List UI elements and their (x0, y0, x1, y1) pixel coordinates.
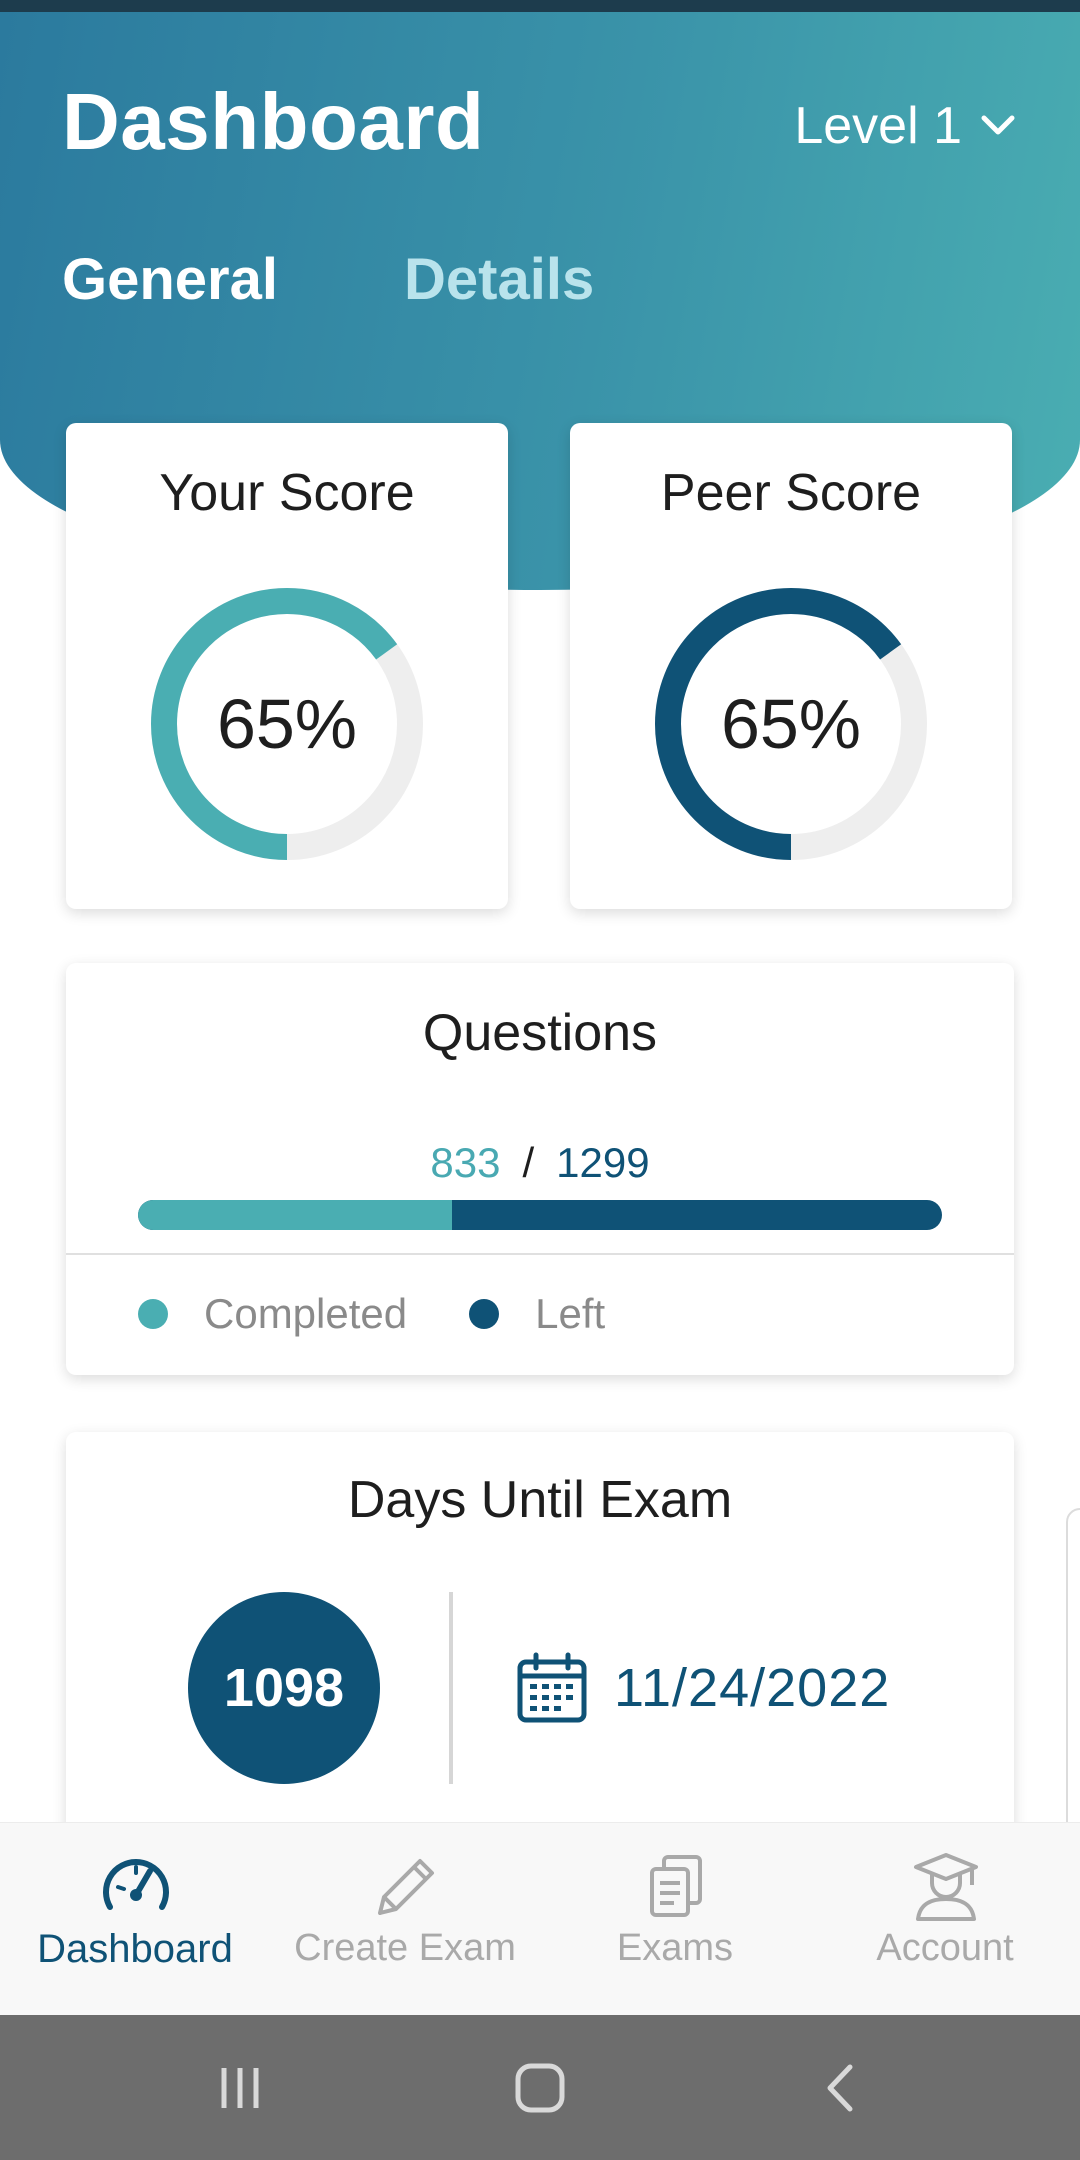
legend-completed-label: Completed (204, 1290, 408, 1337)
days-count-badge: 1098 (188, 1592, 380, 1784)
questions-card: Questions 833 / 1299 Completed Left (66, 963, 1014, 1375)
days-until-exam-title: Days Until Exam (347, 1471, 733, 1529)
vertical-divider (449, 1592, 453, 1784)
questions-legend: Completed Left (138, 1290, 605, 1338)
legend-completed-dot (138, 1299, 168, 1329)
level-label: Level 1 (794, 97, 962, 155)
recent-apps-icon (221, 2067, 259, 2108)
questions-count: 833 / 1299 (66, 1139, 1014, 1187)
graduate-icon (914, 1853, 978, 1921)
questions-progress-fill (138, 1200, 452, 1230)
speedometer-icon (103, 1859, 169, 1910)
questions-separator: / (522, 1139, 535, 1186)
exam-date: 11/24/2022 (516, 1652, 890, 1724)
questions-completed-count: 833 (430, 1139, 501, 1186)
nav-exams-label: Exams (616, 1927, 734, 1969)
back-button[interactable] (780, 2015, 900, 2160)
exam-date-value: 11/24/2022 (614, 1658, 891, 1718)
tab-details[interactable]: Details (404, 246, 594, 313)
legend-left-label: Left (535, 1290, 606, 1337)
questions-title: Questions (422, 1004, 658, 1062)
home-icon (515, 2063, 565, 2112)
nav-create-exam-label: Create Exam (294, 1927, 516, 1969)
calendar-icon (517, 1652, 587, 1723)
questions-total-count: 1299 (556, 1139, 650, 1186)
chevron-down-icon (981, 115, 1015, 135)
home-button[interactable] (480, 2015, 600, 2160)
card-divider (66, 1253, 1014, 1255)
page-title: Dashboard (62, 77, 485, 166)
recent-apps-button[interactable] (180, 2015, 300, 2160)
tab-general[interactable]: General (62, 246, 278, 313)
system-nav-bar (0, 2015, 1080, 2160)
legend-left-dot (469, 1299, 500, 1329)
nav-account[interactable]: Account (810, 1823, 1080, 2016)
your-score-card: Your Score 65% (66, 423, 508, 909)
bottom-nav: Dashboard Create Exam Exams Account (0, 1822, 1080, 2016)
peer-score-title: Peer Score (660, 464, 922, 522)
days-until-exam-card: Days Until Exam 1098 11/24/2022 (66, 1432, 1014, 1862)
back-icon (827, 2064, 853, 2111)
peer-score-card: Peer Score 65% (570, 423, 1012, 909)
your-score-title: Your Score (159, 464, 415, 522)
peer-score-value: 65% (720, 685, 862, 763)
nav-exams[interactable]: Exams (540, 1823, 810, 2016)
level-dropdown[interactable]: Level 1 (794, 96, 1016, 156)
nav-dashboard[interactable]: Dashboard (0, 1823, 270, 2016)
questions-progress-bar (138, 1200, 942, 1230)
nav-create-exam[interactable]: Create Exam (270, 1823, 540, 2016)
nav-account-label: Account (876, 1927, 1014, 1969)
documents-icon (650, 1855, 702, 1917)
your-score-value: 65% (216, 685, 358, 763)
nav-dashboard-label: Dashboard (37, 1927, 233, 1971)
pencil-icon (378, 1859, 434, 1915)
status-bar (0, 0, 1080, 12)
